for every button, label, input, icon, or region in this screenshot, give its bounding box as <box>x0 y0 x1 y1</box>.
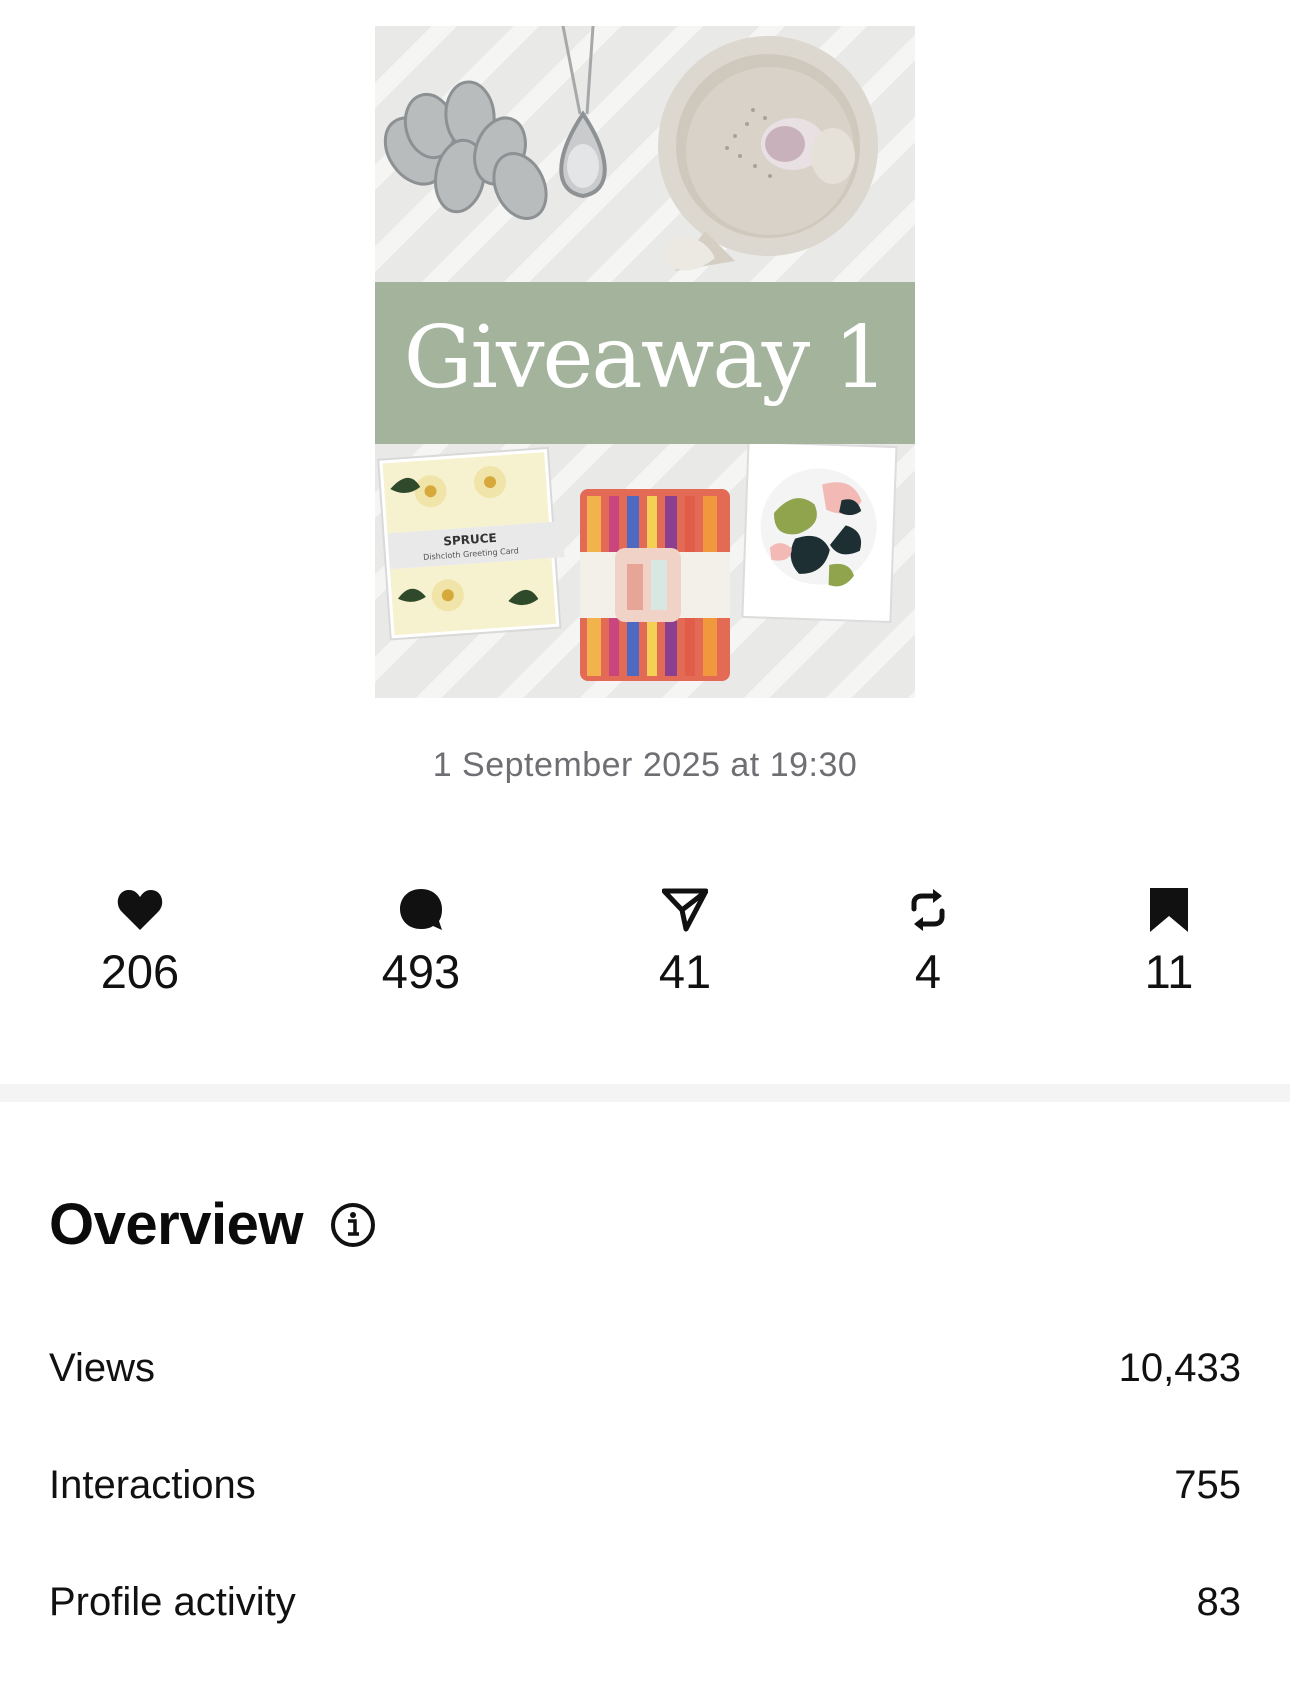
overview-title: Overview <box>49 1192 303 1257</box>
engagement-stats: 206 493 41 4 11 <box>0 884 1290 1024</box>
share-icon <box>659 884 711 936</box>
metric-label: Profile activity <box>49 1580 296 1624</box>
saves-count: 11 <box>1144 945 1194 998</box>
reposts-stat[interactable]: 4 <box>828 884 1028 995</box>
likes-stat[interactable]: 206 <box>40 884 240 995</box>
comment-icon <box>395 884 447 936</box>
metric-row-views[interactable]: Views 10,433 <box>49 1348 1241 1388</box>
metric-label: Interactions <box>49 1463 256 1507</box>
comments-count: 493 <box>381 945 461 998</box>
section-divider <box>0 1084 1290 1102</box>
post-timestamp: 1 September 2025 at 19:30 <box>432 746 858 784</box>
post-image[interactable]: Giveaway 1 SPRUCE Dishcloth Greeting Car… <box>375 26 915 698</box>
shares-stat[interactable]: 41 <box>585 884 785 995</box>
saves-stat[interactable]: 11 <box>1069 884 1269 995</box>
comments-stat[interactable]: 493 <box>321 884 521 995</box>
metric-row-interactions[interactable]: Interactions 755 <box>49 1465 1241 1505</box>
repost-icon <box>902 884 954 936</box>
bookmark-icon <box>1143 884 1195 936</box>
bottom-product-photo: SPRUCE Dishcloth Greeting Card <box>377 444 898 681</box>
overview-header: Overview <box>49 1196 377 1254</box>
metric-row-profile-activity[interactable]: Profile activity 83 <box>49 1582 1241 1622</box>
giveaway-title-band: Giveaway 1 <box>375 282 915 444</box>
reposts-count: 4 <box>914 945 942 998</box>
metric-value: 10,433 <box>1118 1346 1241 1390</box>
likes-count: 206 <box>100 945 180 998</box>
metric-value: 755 <box>1174 1463 1241 1507</box>
metric-value: 83 <box>1196 1580 1242 1624</box>
info-icon[interactable] <box>329 1201 377 1249</box>
heart-icon <box>114 884 166 936</box>
shares-count: 41 <box>658 945 712 998</box>
giveaway-title: Giveaway 1 <box>403 308 888 408</box>
top-product-photo <box>383 26 878 271</box>
metric-label: Views <box>49 1346 155 1390</box>
